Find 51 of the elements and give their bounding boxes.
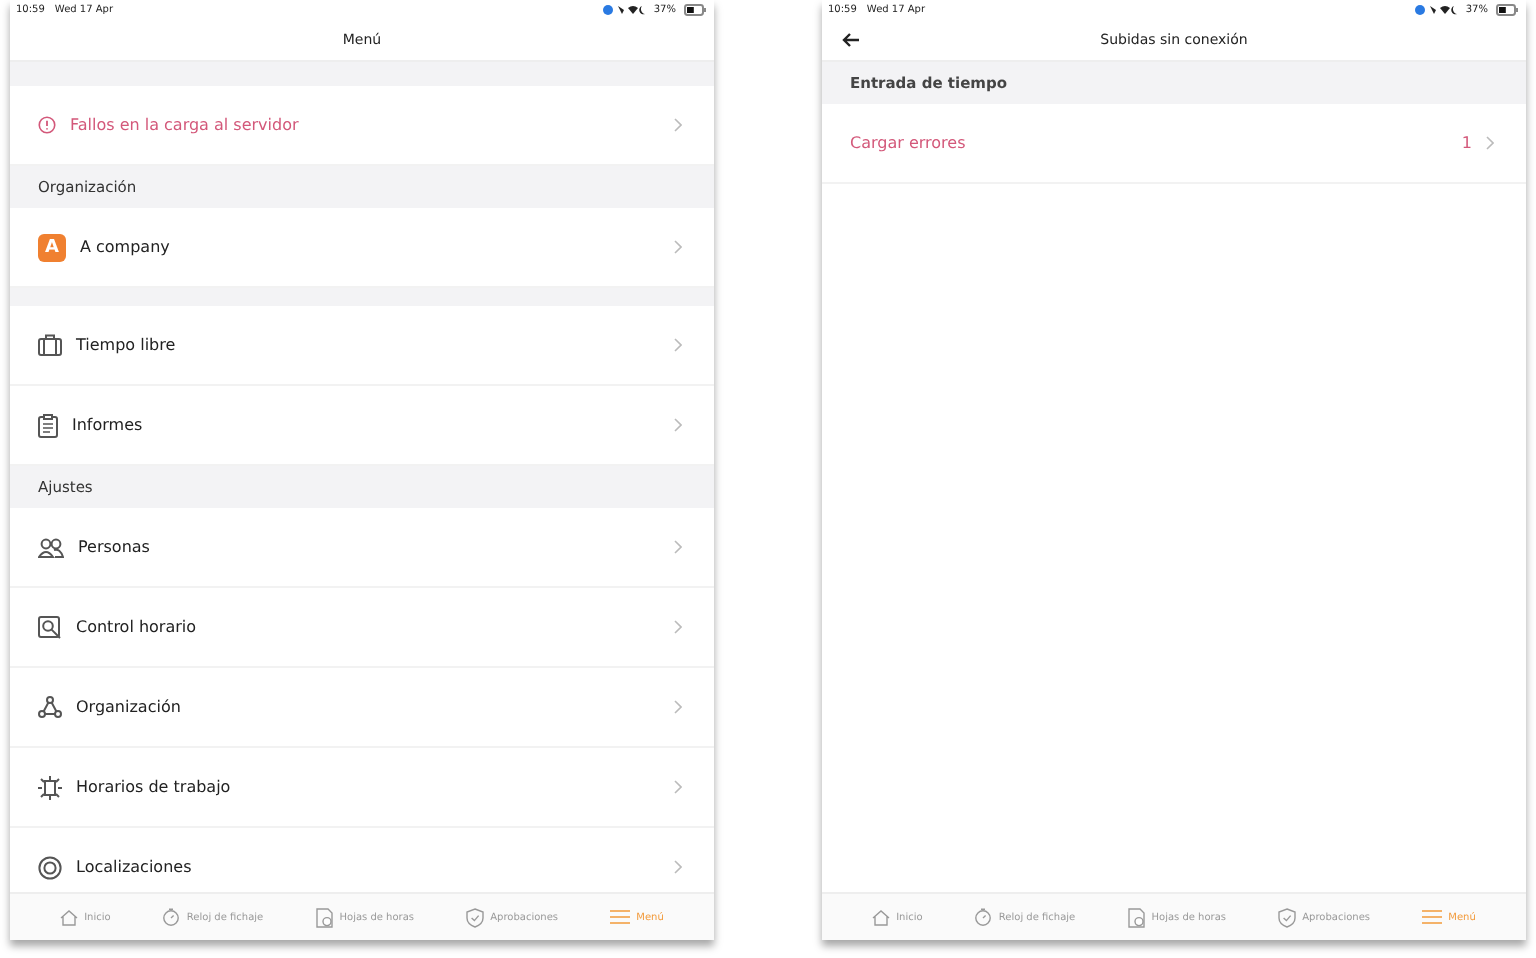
chevron-icon <box>674 700 682 714</box>
suitcase-icon <box>38 334 62 356</box>
row-label: A company <box>80 238 170 256</box>
location-icon <box>38 855 62 879</box>
row-label: Cargar errores <box>850 134 966 152</box>
chevron-icon <box>674 780 682 794</box>
menu-icon <box>610 910 631 924</box>
chevron-icon <box>674 540 682 554</box>
chevron-icon <box>674 118 682 132</box>
menu-row[interactable]: Horarios de trabajo <box>10 748 714 828</box>
company-badge: A <box>38 233 66 261</box>
status-icons <box>1413 4 1458 16</box>
menu-row[interactable]: Control horario <box>10 588 714 668</box>
chevron-icon <box>674 418 682 432</box>
clock-search-icon <box>38 615 62 639</box>
status-icons <box>601 4 646 16</box>
schedule-icon <box>38 775 62 799</box>
row-label: Informes <box>72 416 143 434</box>
home-icon <box>60 909 79 925</box>
row-label: Fallos en la carga al servidor <box>70 116 299 134</box>
row-label: Personas <box>78 538 150 556</box>
row-label: Control horario <box>76 618 197 636</box>
timesheet-icon <box>1127 907 1146 927</box>
back-arrow-icon[interactable] <box>842 32 860 48</box>
clipboard-icon <box>38 413 58 437</box>
error-count: 1 <box>1461 134 1472 152</box>
people-icon <box>38 537 64 557</box>
menu-row[interactable]: Personas <box>10 508 714 588</box>
menu-row[interactable]: Organización <box>10 668 714 748</box>
menu-row[interactable]: Cargar errores 1 <box>822 104 1526 184</box>
shield-check-icon <box>466 907 485 927</box>
shield-check-icon <box>1278 907 1297 927</box>
chevron-icon <box>1486 136 1494 150</box>
menu-icon <box>1422 910 1443 924</box>
row-label: Localizaciones <box>76 858 192 876</box>
battery-icon <box>1496 4 1518 16</box>
home-icon <box>872 909 891 925</box>
timer-icon <box>162 908 181 926</box>
network-icon <box>38 696 62 718</box>
menu-row[interactable]: Tiempo libre <box>10 306 714 386</box>
alert-icon <box>38 116 56 134</box>
timer-icon <box>974 908 993 926</box>
chevron-icon <box>674 240 682 254</box>
row-label: Organización <box>76 698 181 716</box>
row-label: Tiempo libre <box>76 336 176 354</box>
chevron-icon <box>674 620 682 634</box>
chevron-icon <box>674 860 682 874</box>
battery-icon <box>684 4 706 16</box>
row-label: Horarios de trabajo <box>76 778 231 796</box>
chevron-icon <box>674 338 682 352</box>
timesheet-icon <box>315 907 334 927</box>
